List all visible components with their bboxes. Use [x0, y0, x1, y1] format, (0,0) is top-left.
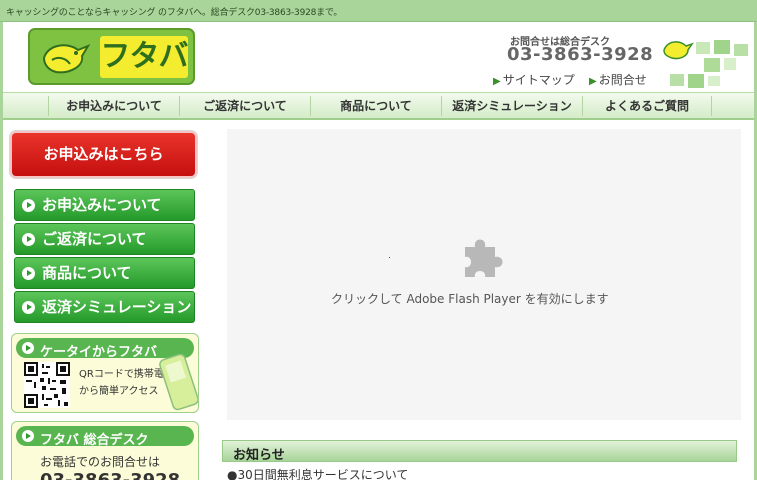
qr-code-icon: [24, 362, 70, 408]
sidebar-item-simulation[interactable]: 返済シミュレーション: [14, 291, 195, 323]
frame-border-left: [0, 22, 3, 480]
nav-separator: [711, 96, 712, 116]
sitemap-link-label: サイトマップ: [502, 73, 575, 87]
sitemap-link[interactable]: ▶ サイトマップ: [493, 71, 575, 88]
sidebar-item-label: 返済シミュレーション: [42, 298, 192, 316]
contact-link-label: お問合せ: [598, 73, 647, 87]
sidebar-item-label: 商品について: [42, 264, 132, 282]
puzzle-piece-icon: [465, 239, 503, 277]
site-logo[interactable]: フタバ: [28, 28, 195, 85]
desk-box-header: フタバ 総合デスク: [16, 426, 194, 448]
flash-enable-message[interactable]: クリックして Adobe Flash Player を有効にします: [331, 290, 609, 307]
circle-arrow-icon: [22, 267, 35, 280]
news-header: お知らせ: [222, 440, 737, 463]
news-item[interactable]: ●30日間無利息サービスについて: [227, 466, 408, 480]
flash-dot: [389, 257, 390, 258]
decorative-bird-squares: [663, 40, 748, 88]
triangle-right-icon: ▶: [493, 76, 501, 87]
circle-arrow-icon: [22, 199, 35, 212]
sidebar-item-application[interactable]: お申込みについて: [14, 189, 195, 221]
apply-button[interactable]: お申込みはこちら: [10, 131, 197, 178]
bird-icon: [42, 43, 91, 74]
news-title: お知らせ: [233, 448, 285, 463]
mobile-phone-icon: [159, 354, 198, 411]
top-banner: キャッシングのことならキャッシング のフタバへ。総合デスク03-3863-392…: [0, 0, 757, 22]
circle-arrow-icon: [22, 342, 34, 354]
main-nav: お申込みについて ご返済について 商品について 返済シミュレーション よくあるご…: [3, 92, 754, 120]
nav-item-faq[interactable]: よくあるご質問: [583, 93, 711, 119]
sidebar-item-repayment[interactable]: ご返済について: [14, 223, 195, 255]
nav-item-simulation[interactable]: 返済シミュレーション: [442, 93, 582, 119]
contact-phone: 03-3863-3928: [507, 44, 654, 65]
sidebar-item-label: お申込みについて: [42, 196, 162, 214]
circle-arrow-icon: [22, 430, 34, 442]
desk-box-title: フタバ 総合デスク: [40, 433, 149, 448]
mobile-access-box[interactable]: ケータイからフタバ QRコードで携帯電話 から簡単アクセス: [11, 333, 199, 413]
nav-item-products[interactable]: 商品について: [311, 93, 441, 119]
sidebar-item-label: ご返済について: [42, 230, 147, 248]
desk-box-phone: 03-3863-3928: [40, 470, 180, 480]
nav-item-application[interactable]: お申込みについて: [49, 93, 179, 119]
contact-link[interactable]: ▶ お問合せ: [589, 71, 647, 88]
logo-wordmark: フタバ: [100, 36, 189, 78]
top-banner-text: キャッシングのことならキャッシング のフタバへ。総合デスク03-3863-392…: [6, 8, 343, 18]
triangle-right-icon: ▶: [589, 76, 597, 87]
sidebar-item-products[interactable]: 商品について: [14, 257, 195, 289]
general-desk-box: フタバ 総合デスク お電話でのお問合せは 03-3863-3928: [11, 421, 199, 480]
circle-arrow-icon: [22, 233, 35, 246]
circle-arrow-icon: [22, 301, 35, 314]
mobile-box-title: ケータイからフタバ: [40, 345, 158, 360]
desk-box-text: お電話でのお問合せは: [40, 455, 161, 469]
nav-item-repayment[interactable]: ご返済について: [180, 93, 310, 119]
